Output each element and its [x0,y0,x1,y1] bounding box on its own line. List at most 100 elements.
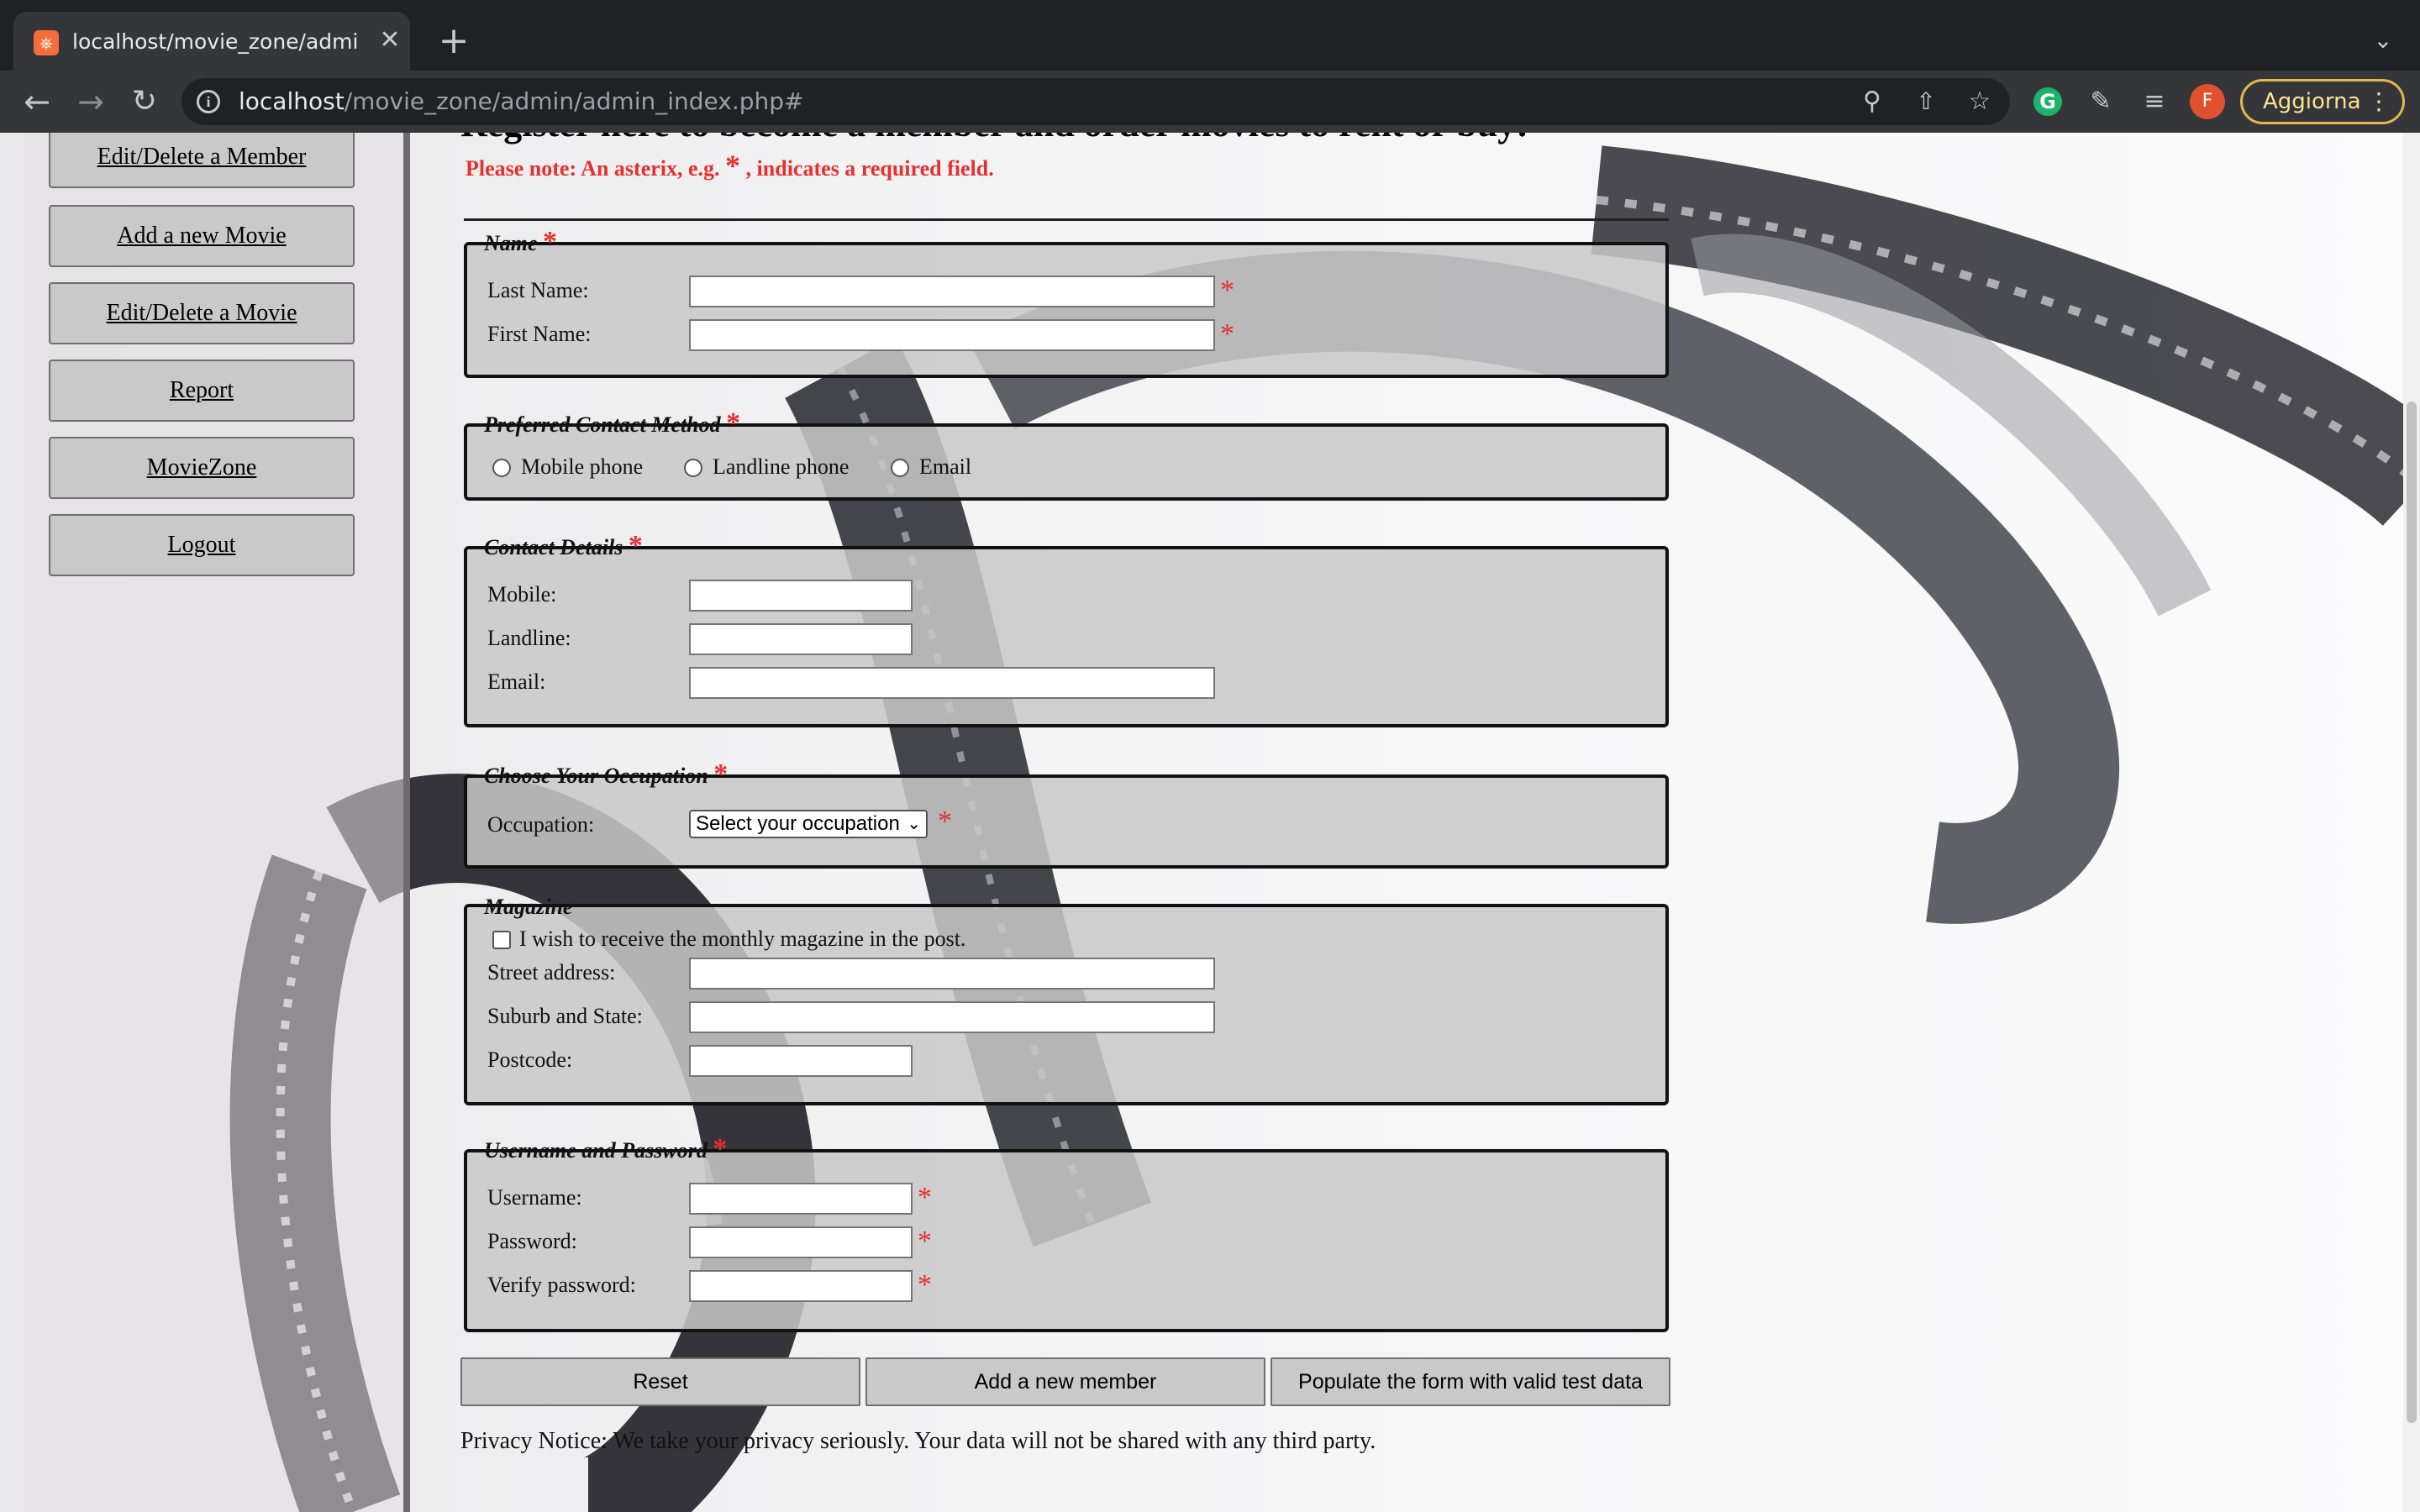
landline-input[interactable] [689,623,913,655]
profile-avatar[interactable]: F [2190,84,2225,119]
suburb-state-input[interactable] [689,1001,1215,1033]
mobile-label: Mobile: [487,582,557,606]
occupation-select[interactable]: Select your occupation ⌄ [689,810,928,838]
required-asterisk: * [918,1182,932,1213]
site-info-icon[interactable]: i [197,90,220,113]
sidebar-item-logout[interactable]: Logout [49,514,355,576]
address-bar[interactable]: i localhost/movie_zone/admin/admin_index… [182,78,2010,125]
required-asterisk: * [713,759,729,790]
required-asterisk: * [918,1269,932,1300]
fieldset-name: Name * Last Name: * First Name: * [464,226,1669,378]
fieldset-legend: Preferred Contact Method * [477,407,747,440]
required-asterisk: * [726,407,741,438]
legend-text: Contact Details [484,535,623,559]
fieldset-legend: Contact Details * [477,529,650,563]
legend-text: Choose Your Occupation [484,764,708,788]
close-tab-icon[interactable]: ✕ [375,25,405,55]
first-name-input[interactable] [689,319,1215,351]
extensions-puzzle-icon[interactable]: ✎ [2084,85,2118,118]
note-prefix: Please note: An asterix, e.g. [466,156,720,181]
page-viewport: Edit/Delete a Member Add a new Movie Edi… [0,133,2420,1512]
landline-label: Landline: [487,626,571,650]
street-address-label: Street address: [487,960,616,984]
sidebar-item-add-movie[interactable]: Add a new Movie [49,205,355,267]
page-scrollbar[interactable] [2403,133,2420,1512]
reload-icon[interactable]: ↻ [124,82,165,123]
mobile-input[interactable] [689,580,913,612]
fieldset-contact-details: Contact Details * Mobile: Landline: Emai… [464,530,1669,727]
legend-text: Username and Password [484,1138,708,1163]
postcode-label: Postcode: [487,1047,573,1072]
fieldset-legend: Magazine [477,890,579,924]
url-host: localhost [239,87,345,115]
new-tab-icon[interactable]: + [432,22,476,66]
sidebar-item-edit-delete-member[interactable]: Edit/Delete a Member [49,133,355,188]
forward-arrow-icon[interactable]: → [71,82,111,123]
admin-sidebar: Edit/Delete a Member Add a new Movie Edi… [24,133,407,1512]
email-input[interactable] [689,667,1215,699]
street-address-input[interactable] [689,958,1215,990]
username-input[interactable] [689,1183,913,1215]
password-input[interactable] [689,1226,913,1258]
occupation-selected: Select your occupation [696,812,900,835]
last-name-label: Last Name: [487,278,589,302]
required-note: Please note: An asterix, e.g. * , indica… [466,148,994,183]
update-button[interactable]: Aggiorna ⋮ [2240,79,2405,124]
verify-password-label: Verify password: [487,1273,636,1297]
page-heading: Register here to become a member and ord… [460,133,1528,145]
note-suffix: , indicates a required field. [745,156,994,181]
last-name-input[interactable] [689,276,1215,307]
required-asterisk: * [543,226,558,257]
chevron-down-icon: ⌄ [907,815,921,833]
radio-mobile-phone[interactable] [492,459,511,477]
required-asterisk: * [938,806,952,837]
privacy-notice: Privacy Notice: We take your privacy ser… [460,1428,1376,1454]
registration-form-area: Register here to become a member and ord… [454,133,1681,1512]
browser-tab-strip: ⎈ localhost/movie_zone/admin/a ✕ + ⌄ [0,0,2420,71]
username-label: Username: [487,1185,582,1210]
sidebar-item-edit-delete-movie[interactable]: Edit/Delete a Movie [49,282,355,344]
url-text[interactable]: localhost/movie_zone/admin/admin_index.p… [239,87,804,117]
verify-password-input[interactable] [689,1270,913,1302]
fieldset-legend: Choose Your Occupation * [477,758,734,791]
radio-email[interactable] [891,459,909,477]
zoom-icon[interactable]: ⚲ [1855,85,1889,118]
required-asterisk: * [918,1226,932,1257]
note-asterisk: * [725,149,741,182]
url-path: /movie_zone/admin/admin_index.php# [344,87,804,115]
fieldset-magazine: Magazine I wish to receive the monthly m… [464,895,1669,1105]
legend-text: Preferred Contact Method [484,412,721,437]
suburb-state-label: Suburb and State: [487,1004,643,1028]
kebab-menu-icon[interactable]: ⋮ [2367,81,2391,122]
radio-label-email: Email [919,454,972,479]
first-name-label: First Name: [487,322,592,346]
legend-text: Magazine [484,895,573,919]
grammarly-extension-icon[interactable]: G [2033,87,2062,116]
radio-label-landline: Landline phone [713,454,850,479]
reset-button[interactable]: Reset [460,1357,860,1406]
scrollbar-thumb[interactable] [2407,402,2417,1423]
add-member-button[interactable]: Add a new member [865,1357,1265,1406]
magazine-checkbox[interactable] [492,931,511,949]
tab-title: localhost/movie_zone/admin/a [72,29,358,54]
populate-test-data-button[interactable]: Populate the form with valid test data [1270,1357,1670,1406]
bookmark-star-icon[interactable]: ☆ [1963,85,1996,118]
sidebar-item-report[interactable]: Report [49,360,355,422]
browser-tab[interactable]: ⎈ localhost/movie_zone/admin/a ✕ [13,12,410,71]
tab-search-chevron-icon[interactable]: ⌄ [2365,22,2402,59]
reading-list-icon[interactable]: ≡ [2138,85,2171,118]
xampp-favicon-icon: ⎈ [34,30,59,55]
share-icon[interactable]: ⇧ [1909,85,1943,118]
update-label: Aggiorna [2263,89,2361,114]
email-label: Email: [487,669,546,694]
back-arrow-icon[interactable]: ← [17,82,57,123]
password-label: Password: [487,1229,577,1253]
required-asterisk: * [1220,275,1234,306]
fieldset-occupation: Choose Your Occupation * Occupation: Sel… [464,759,1669,869]
sidebar-item-moviezone[interactable]: MovieZone [49,437,355,499]
required-asterisk: * [1220,318,1234,349]
radio-landline-phone[interactable] [684,459,702,477]
sidebar-divider [403,133,410,1512]
fieldset-contact-method: Preferred Contact Method * Mobile phone … [464,407,1669,501]
postcode-input[interactable] [689,1045,913,1077]
